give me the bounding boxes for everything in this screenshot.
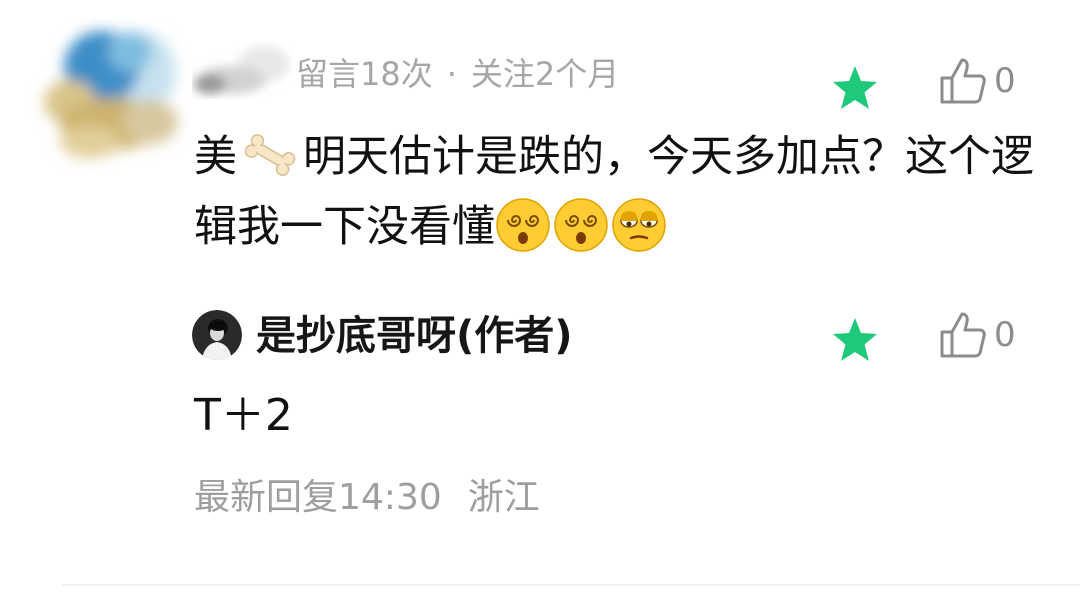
thumbs-up-icon	[940, 312, 986, 358]
star-icon[interactable]	[830, 316, 880, 364]
star-icon[interactable]	[830, 64, 880, 112]
reply-meta: 最新回复14:30 浙江	[194, 470, 540, 526]
reply-author-name[interactable]: 是抄底哥呀(作者)	[256, 306, 573, 366]
reply-body: T＋2	[194, 390, 293, 441]
comment-meta: 留言18次 · 关注2个月	[296, 52, 619, 96]
latest-reply-time: 最新回复14:30	[194, 477, 442, 518]
commenter-avatar[interactable]	[30, 12, 190, 172]
divider	[62, 584, 1080, 586]
reply-author-avatar[interactable]	[192, 310, 242, 360]
message-count: 留言18次	[296, 55, 433, 93]
comment-body: 美 明天估计是跌的，今天多加点？这个逻辑我一下没看懂	[194, 122, 1034, 262]
commenter-username-blurred[interactable]	[192, 40, 292, 100]
reply-like-count: 0	[994, 315, 1016, 355]
thumbs-up-icon	[940, 58, 986, 104]
reply-location: 浙江	[467, 477, 540, 518]
reply-like-button[interactable]: 0	[938, 308, 1016, 362]
follow-duration: 关注2个月	[470, 55, 620, 93]
unamused-face-emoji-icon	[611, 197, 667, 253]
dizzy-face-emoji-icon	[495, 197, 551, 253]
comment-text-start: 美	[194, 132, 237, 182]
meta-separator: ·	[446, 55, 457, 93]
dizzy-face-emoji-icon	[553, 197, 609, 253]
bone-emoji-icon	[241, 128, 299, 176]
comment-like-count: 0	[994, 61, 1016, 101]
comment-like-button[interactable]: 0	[938, 54, 1016, 108]
